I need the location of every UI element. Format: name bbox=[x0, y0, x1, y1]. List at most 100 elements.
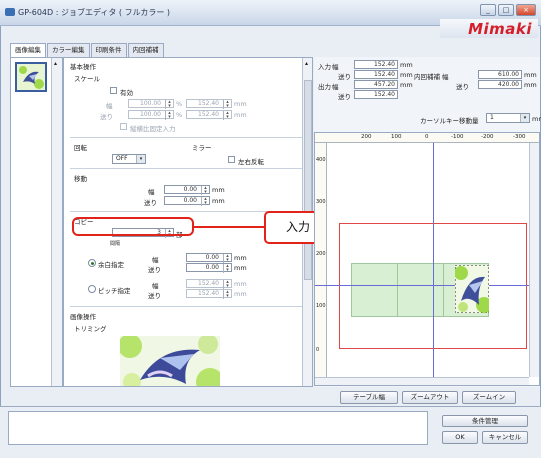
mirror-lr-label: 左右反転 bbox=[238, 158, 264, 166]
move-width-value: 0.00 bbox=[183, 186, 197, 193]
output-width-value: 457.20 bbox=[354, 80, 398, 89]
chevron-down-icon[interactable]: ▾ bbox=[520, 114, 529, 122]
spin-icon[interactable]: ▴ ▾ bbox=[223, 264, 231, 273]
keep-ratio-label: 縦横比固定入力 bbox=[130, 125, 176, 133]
copy-divider bbox=[443, 263, 444, 317]
margin-label: 余白指定 bbox=[98, 261, 124, 269]
table-width-button[interactable]: テーブル幅 bbox=[340, 391, 398, 404]
spin-icon[interactable]: ▴ ▾ bbox=[165, 111, 173, 120]
rotate-value: OFF bbox=[116, 155, 128, 162]
conditions-button[interactable]: 条件管理 bbox=[442, 415, 528, 427]
ruler-tick: 0 bbox=[425, 134, 429, 140]
close-button[interactable]: × bbox=[516, 4, 536, 16]
area-label: 内回補補 bbox=[414, 73, 440, 81]
spin-icon[interactable]: ▴ ▾ bbox=[223, 280, 231, 289]
mm-unit: mm bbox=[212, 186, 225, 194]
ok-button[interactable]: OK bbox=[442, 431, 478, 444]
mm-unit: mm bbox=[234, 100, 247, 108]
zoom-in-button[interactable]: ズームイン bbox=[462, 391, 516, 404]
pitch-feed-value: 152.40 bbox=[198, 290, 219, 297]
spin-icon[interactable]: ▴ ▾ bbox=[223, 290, 231, 299]
canvas-hscroll[interactable] bbox=[315, 377, 529, 385]
thumbnail-panel: ▴ bbox=[10, 57, 63, 387]
move-width-field[interactable]: 0.00 ▴ ▾ bbox=[164, 185, 210, 195]
scale-height-mm-field[interactable]: 152.40 ▴ ▾ bbox=[186, 110, 232, 120]
move-height-field[interactable]: 0.00 ▴ ▾ bbox=[164, 196, 210, 206]
rotate-label: 回転 bbox=[74, 144, 87, 152]
mm-unit: mm bbox=[212, 197, 225, 205]
left-ruler bbox=[315, 143, 327, 377]
spacing-label: 間隔 bbox=[110, 241, 121, 247]
zoom-out-button[interactable]: ズームアウト bbox=[402, 391, 458, 404]
ruler-tick: -200 bbox=[481, 134, 494, 140]
spin-icon[interactable]: ▴ ▾ bbox=[223, 254, 231, 263]
maximize-button[interactable]: □ bbox=[498, 4, 514, 16]
tab-color-edit[interactable]: カラー編集 bbox=[47, 43, 90, 57]
ruler-tick: 400 bbox=[316, 157, 326, 163]
cursor-step-value: 1 bbox=[490, 114, 494, 121]
margin-width-field[interactable]: 0.00 ▴ ▾ bbox=[186, 253, 232, 263]
mm-unit: mm bbox=[524, 71, 537, 79]
job-thumbnail[interactable] bbox=[15, 62, 47, 92]
margin-feed-field[interactable]: 0.00 ▴ ▾ bbox=[186, 263, 232, 273]
tab-image-edit[interactable]: 画像編集 bbox=[10, 43, 46, 58]
spin-icon[interactable]: ▴ ▾ bbox=[223, 100, 231, 109]
spin-icon[interactable]: ▴ ▾ bbox=[223, 111, 231, 120]
margin-feed-label: 送り bbox=[148, 266, 161, 274]
margin-radio[interactable] bbox=[88, 259, 96, 267]
cursor-step-select[interactable]: 1 ▾ bbox=[486, 113, 530, 123]
ruler-tick: -100 bbox=[451, 134, 464, 140]
spin-icon[interactable]: ▴ ▾ bbox=[201, 186, 209, 195]
spin-icon[interactable]: ▴ ▾ bbox=[201, 197, 209, 206]
scale-width-pct-field[interactable]: 100.00 ▴ ▾ bbox=[128, 99, 174, 109]
input-label: 入力 bbox=[318, 63, 331, 71]
ruler-tick: -300 bbox=[513, 134, 526, 140]
ruler-tick: 0 bbox=[316, 347, 320, 353]
tab-area[interactable]: 内回補補 bbox=[127, 43, 164, 57]
logo-bar: Mimaki bbox=[440, 19, 538, 38]
area-feed-label: 送り bbox=[456, 83, 469, 91]
chevron-down-icon[interactable]: ▾ bbox=[136, 155, 145, 163]
pitch-label: ピッチ指定 bbox=[98, 287, 131, 295]
move-height-label: 送り bbox=[144, 199, 157, 207]
mirror-lr-checkbox[interactable] bbox=[228, 156, 235, 163]
spin-icon[interactable]: ▴ ▾ bbox=[165, 100, 173, 109]
trimming-label: トリミング bbox=[74, 325, 107, 333]
input-feed-label: 送り bbox=[338, 73, 351, 81]
basic-ops-heading: 基本操作 bbox=[70, 63, 96, 71]
app-icon bbox=[5, 8, 15, 16]
tab-bar: 画像編集 カラー編集 印刷条件 内回補補 bbox=[10, 43, 165, 58]
scale-height-pct-field[interactable]: 100.00 ▴ ▾ bbox=[128, 110, 174, 120]
margin-width-label: 幅 bbox=[152, 256, 159, 264]
layout-canvas[interactable]: 200 100 0 -100 -200 -300 400 300 200 100… bbox=[314, 132, 540, 386]
pitch-feed-label: 送り bbox=[148, 292, 161, 300]
tab-print-conditions[interactable]: 印刷条件 bbox=[90, 43, 127, 57]
divider bbox=[70, 306, 306, 307]
scale-enabled-checkbox[interactable] bbox=[110, 87, 117, 94]
selected-image[interactable] bbox=[455, 265, 489, 313]
mm-unit: mm bbox=[400, 61, 413, 69]
mimaki-logo: Mimaki bbox=[468, 20, 532, 38]
scroll-thumb[interactable] bbox=[304, 80, 312, 280]
canvas-vscroll[interactable] bbox=[529, 143, 539, 377]
divider bbox=[70, 137, 306, 138]
scroll-up-icon[interactable]: ▴ bbox=[54, 60, 57, 67]
pitch-radio[interactable] bbox=[88, 285, 96, 293]
mm-unit: mm bbox=[234, 254, 247, 262]
scale-height-mm-value: 152.40 bbox=[198, 111, 219, 118]
pitch-width-field[interactable]: 152.40 ▴ ▾ bbox=[186, 279, 232, 289]
keep-ratio-checkbox[interactable] bbox=[120, 123, 127, 130]
scale-width-mm-field[interactable]: 152.40 ▴ ▾ bbox=[186, 99, 232, 109]
scroll-up-icon[interactable]: ▴ bbox=[305, 60, 308, 67]
rotate-select[interactable]: OFF ▾ bbox=[112, 154, 146, 164]
minimize-button[interactable]: _ bbox=[480, 4, 496, 16]
mm-unit: mm bbox=[400, 81, 413, 89]
thumbnail-scrollbar[interactable]: ▴ bbox=[51, 58, 62, 386]
area-width-label: 幅 bbox=[442, 73, 449, 81]
cancel-button[interactable]: キャンセル bbox=[482, 431, 528, 444]
pitch-feed-field[interactable]: 152.40 ▴ ▾ bbox=[186, 289, 232, 299]
margin-width-value: 0.00 bbox=[205, 254, 219, 261]
output-label: 出力 bbox=[318, 83, 331, 91]
ruler-tick: 200 bbox=[361, 134, 372, 140]
input-width-label: 幅 bbox=[332, 63, 339, 71]
